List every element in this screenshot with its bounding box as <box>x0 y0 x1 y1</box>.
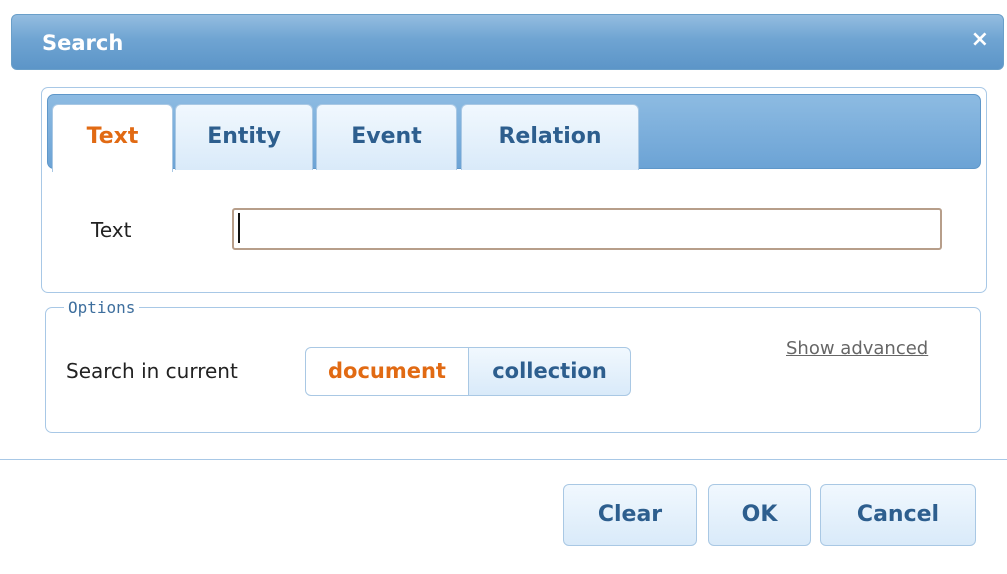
dialog-titlebar[interactable]: Search × <box>11 14 1004 70</box>
tab-relation[interactable]: Relation <box>461 104 639 170</box>
scope-collection-button[interactable]: collection <box>469 347 631 396</box>
button-pane-divider <box>0 459 1007 460</box>
clear-button[interactable]: Clear <box>563 484 697 546</box>
tab-bar: Text Entity Event Relation <box>47 94 981 172</box>
cancel-button[interactable]: Cancel <box>820 484 976 546</box>
text-cursor <box>238 213 240 243</box>
search-dialog: Search × Text Entity Event Relation Text… <box>0 0 1007 574</box>
search-in-label: Search in current <box>66 359 238 383</box>
dialog-title: Search <box>42 31 124 55</box>
show-advanced-link[interactable]: Show advanced <box>786 338 928 359</box>
close-icon[interactable]: × <box>971 29 989 51</box>
scope-document-button[interactable]: document <box>305 347 469 396</box>
tab-event[interactable]: Event <box>316 104 457 170</box>
search-tabs-panel: Text Entity Event Relation Text <box>41 87 987 293</box>
tab-entity[interactable]: Entity <box>175 104 313 170</box>
ok-button[interactable]: OK <box>708 484 811 546</box>
search-text-input[interactable] <box>232 208 942 250</box>
tab-text[interactable]: Text <box>52 104 173 172</box>
text-field-label: Text <box>91 218 132 242</box>
options-legend: Options <box>68 298 136 317</box>
